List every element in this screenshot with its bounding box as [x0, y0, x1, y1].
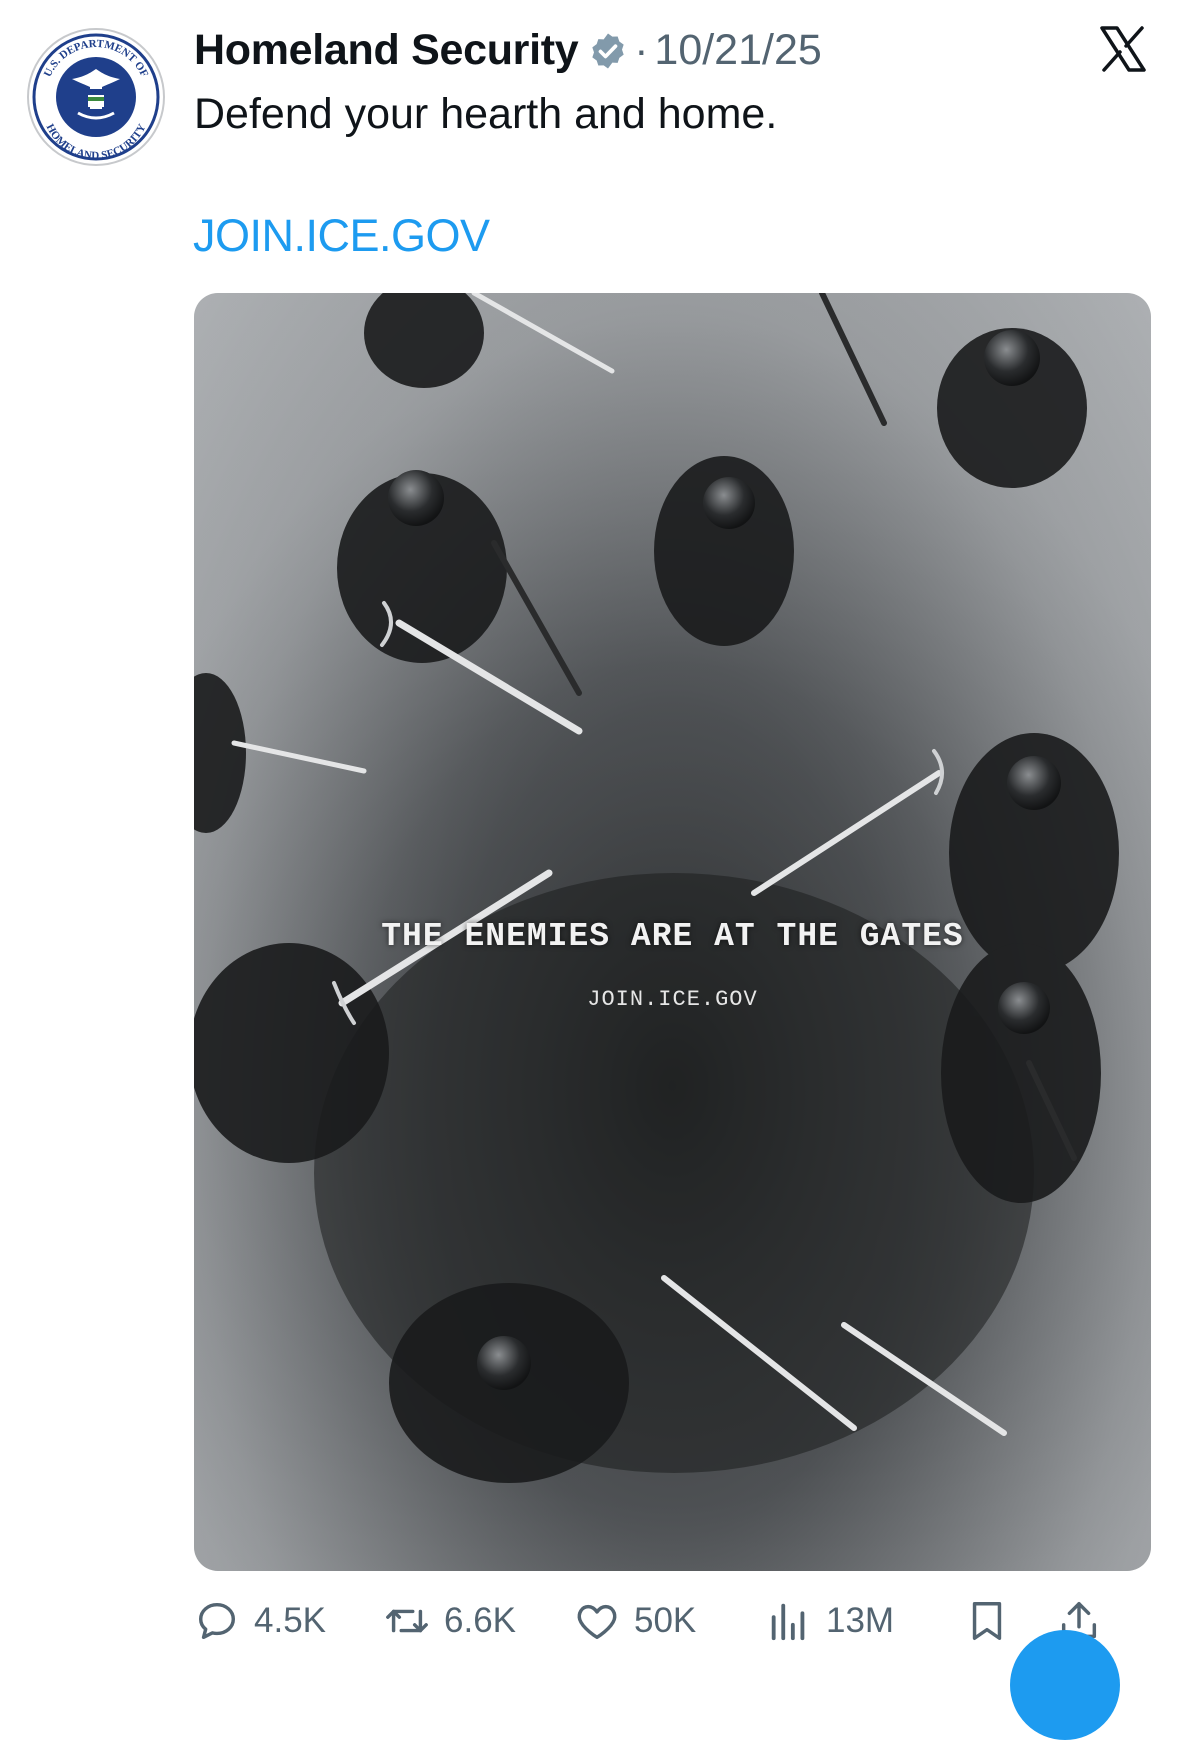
views-button[interactable]: 13M	[766, 1596, 894, 1646]
post-image[interactable]: THE ENEMIES ARE AT THE GATES JOIN.ICE.GO…	[194, 293, 1151, 1571]
x-logo-icon[interactable]	[1098, 24, 1148, 74]
reply-button[interactable]: 4.5K	[194, 1596, 326, 1646]
repost-button[interactable]: 6.6K	[384, 1596, 516, 1646]
repost-count: 6.6K	[444, 1601, 516, 1640]
repost-icon	[386, 1609, 428, 1633]
views-icon	[771, 1603, 805, 1641]
views-count: 13M	[826, 1601, 895, 1640]
tweet-link[interactable]: JOIN.ICE.GOV	[193, 210, 490, 262]
reply-count: 4.5K	[254, 1601, 326, 1640]
header-separator: ·	[634, 26, 649, 73]
like-count: 50K	[634, 1601, 697, 1640]
verified-badge-icon	[592, 33, 625, 69]
like-icon	[577, 1604, 617, 1640]
tweet-text: Defend your hearth and home.	[194, 90, 778, 138]
compose-button[interactable]	[1010, 1630, 1120, 1740]
reply-icon	[198, 1602, 236, 1640]
post-date[interactable]: 10/21/25	[654, 26, 821, 75]
like-button[interactable]: 50K	[574, 1596, 696, 1646]
author-name[interactable]: Homeland Security	[194, 26, 579, 75]
poster-url: JOIN.ICE.GOV	[587, 987, 758, 1012]
avatar[interactable]: U.S. DEPARTMENT OF HOMELAND SECURITY	[26, 27, 166, 167]
bookmark-button[interactable]	[964, 1596, 1010, 1646]
bookmark-icon	[972, 1602, 1002, 1640]
action-bar: 4.5K 6.6K 50K 13M	[194, 1596, 1154, 1646]
poster-headline: THE ENEMIES ARE AT THE GATES	[381, 918, 964, 955]
